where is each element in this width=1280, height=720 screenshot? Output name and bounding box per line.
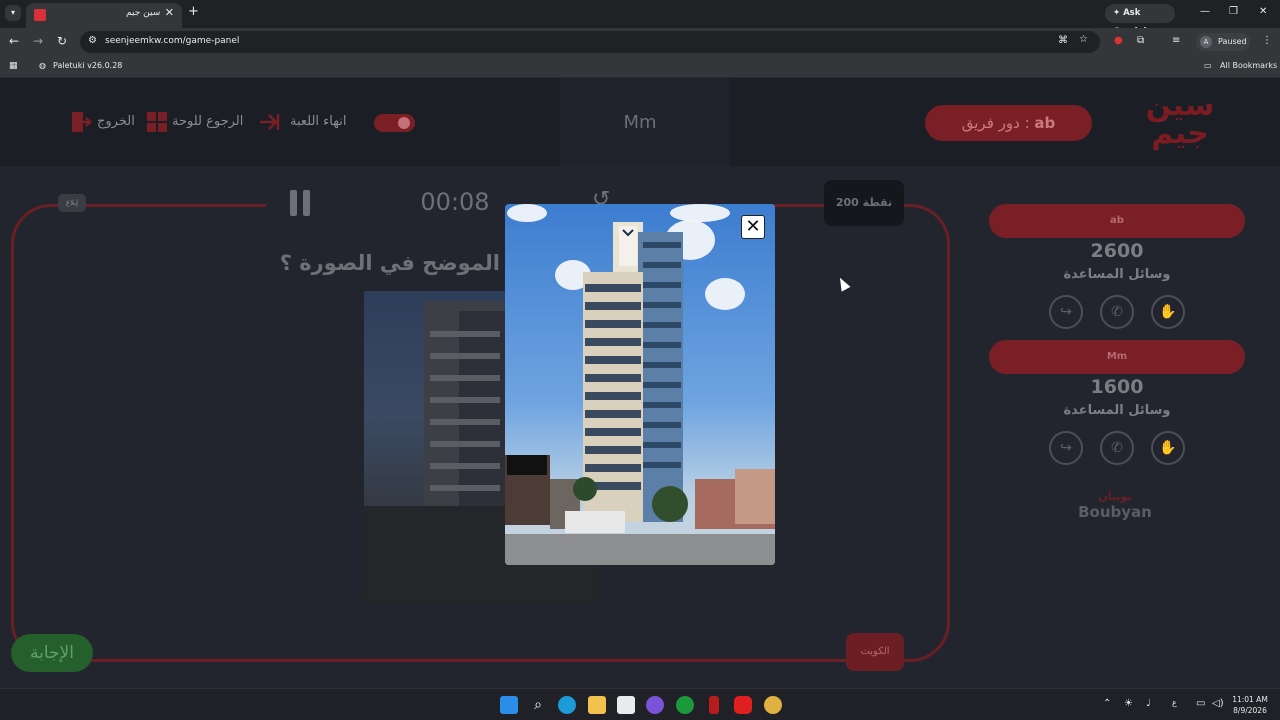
report-button[interactable]: إبلاغ [58,194,86,212]
sponsor-logo: بوبيان Boubyan [1060,490,1170,521]
team-turn-badge: دور فريق : ab [925,105,1092,141]
exit-door-icon[interactable] [70,111,92,133]
avatar: A [1200,36,1212,48]
tab-search-button[interactable]: ▾ [5,5,21,21]
minimize-icon[interactable]: — [1200,6,1210,17]
translate-icon[interactable]: ⌘ [1058,35,1068,46]
clock-date: 8/9/2026 [1233,706,1267,715]
exit-link[interactable]: الخروج [97,114,135,129]
team-1-helpers-label: وسائل المساعدة [1063,267,1171,282]
sponsor-arabic: بوبيان [1098,490,1132,503]
brightness-icon[interactable]: ☀ [1124,698,1133,709]
team-2-score: 1600 [1090,376,1144,398]
question-text: الموضح في الصورة ؟ [279,251,500,275]
team-2-name-bar: Mm [989,340,1245,374]
youtube-icon[interactable] [734,696,752,714]
site-info-icon[interactable]: ⚙ [88,35,97,46]
back-to-board-link[interactable]: الرجوع للوحة [172,114,243,129]
tray-chevron-up-icon[interactable]: ⌃ [1103,698,1111,709]
file-explorer-icon[interactable] [588,696,606,714]
bookmark-paletuki[interactable]: Paletuki v26.0.28 [53,61,122,70]
system-clock[interactable]: 11:01 AM 8/9/2026 [1222,694,1278,716]
extension-magnet-icon[interactable]: ● [1114,35,1123,46]
ask-gemini-button[interactable]: ✦ Ask Gemini [1105,4,1175,37]
profile-button[interactable]: A Paused [1196,33,1250,51]
menu-kebab-icon[interactable]: ⋮ [1262,35,1272,46]
extensions-puzzle-icon[interactable]: ⧉ [1137,35,1144,46]
points-badge: 200 نقطة [824,180,904,226]
team-1-name-bar: ab [989,204,1245,238]
discord-icon[interactable] [646,696,664,714]
folder-icon: ▭ [1204,61,1212,70]
pause-icon[interactable] [290,190,312,216]
browser-tab[interactable]: سين جيم ✕ [26,3,182,28]
close-window-icon[interactable]: ✕ [1259,6,1267,17]
app-red-icon[interactable] [709,696,719,714]
all-bookmarks[interactable]: All Bookmarks [1220,61,1277,70]
cloud-shape [670,204,730,222]
hand-raise-icon[interactable]: ✋ [1151,431,1185,465]
network-icon[interactable]: ▭ [1196,698,1205,709]
apps-grid-icon[interactable]: ▦ [9,61,18,71]
new-tab-button[interactable]: + [188,4,199,19]
address-bar[interactable]: ⚙ seenjeemkw.com/game-panel ⌘ ☆ [80,31,1100,53]
reload-icon[interactable]: ↻ [57,34,67,48]
team-1-score: 2600 [1090,240,1144,262]
back-arrow-icon[interactable]: ← [9,34,19,48]
end-game-link[interactable]: انهاء اللعبة [290,114,346,129]
call-friend-icon[interactable]: ✆ [1100,431,1134,465]
url-text: seenjeemkw.com/game-panel [105,36,240,46]
restore-icon[interactable]: ❐ [1229,6,1238,17]
search-icon[interactable]: ⌕ [529,696,547,714]
timer-display: 00:08 [420,188,490,216]
close-tab-icon[interactable]: ✕ [165,6,174,19]
hand-raise-icon[interactable]: ✋ [1151,295,1185,329]
team-turn-name: ab [1034,114,1056,132]
bookmark-star-icon[interactable]: ☆ [1079,34,1088,45]
windows-taskbar: ⌕ ⌃ ☀ ♩ ع ▭ ◁) 11:01 AM 8/9/2026 [0,688,1280,720]
bookmarks-bar: ▦ ◍ Paletuki v26.0.28 ▭ All Bookmarks [0,56,1280,78]
country-tag: الكويت [846,633,904,671]
answer-button[interactable]: الإجابة [11,634,93,672]
team-2-helpers-label: وسائل المساعدة [1063,403,1171,418]
media-controls-icon[interactable]: ≡ [1172,35,1180,46]
store-icon[interactable] [617,696,635,714]
tab-title: سين جيم [126,8,161,18]
end-game-toggle[interactable] [374,114,415,132]
forward-arrow-icon[interactable]: → [33,34,43,48]
center-team-name: Mm [623,112,657,133]
board-grid-icon[interactable] [146,111,168,133]
gemini-sparkle-icon: ✦ [1113,8,1124,18]
call-friend-icon[interactable]: ✆ [1100,295,1134,329]
swap-question-icon[interactable]: ↪ [1049,295,1083,329]
cloud-shape [507,204,547,222]
clock-time: 11:01 AM [1232,695,1268,704]
sponsor-english: Boubyan [1078,503,1152,521]
close-modal-button[interactable]: ✕ [741,215,765,239]
arrow-right-icon[interactable] [258,111,280,133]
chrome-icon[interactable] [764,696,782,714]
windows-start-icon[interactable] [500,696,518,714]
swap-question-icon[interactable]: ↪ [1049,431,1083,465]
team-turn-label: دور فريق : [961,114,1035,132]
browser-tab-bar: ▾ سين جيم ✕ + ✦ Ask Gemini — ❐ ✕ [0,0,1280,37]
toggle-knob [398,117,410,129]
keyboard-language-icon[interactable]: ع [1172,698,1177,707]
microphone-icon[interactable]: ♩ [1146,698,1151,709]
image-modal: ✕ [505,204,775,565]
site-logo[interactable]: سين جيم [1140,91,1220,152]
globe-icon: ◍ [39,61,46,70]
xbox-icon[interactable] [676,696,694,714]
street-scene [505,455,775,565]
cloud-shape [705,278,745,310]
edge-icon[interactable] [558,696,576,714]
profile-status: Paused [1218,37,1247,46]
browser-toolbar: ← → ↻ ⚙ seenjeemkw.com/game-panel ⌘ ☆ ● … [0,28,1280,56]
site-favicon-icon [34,9,46,21]
